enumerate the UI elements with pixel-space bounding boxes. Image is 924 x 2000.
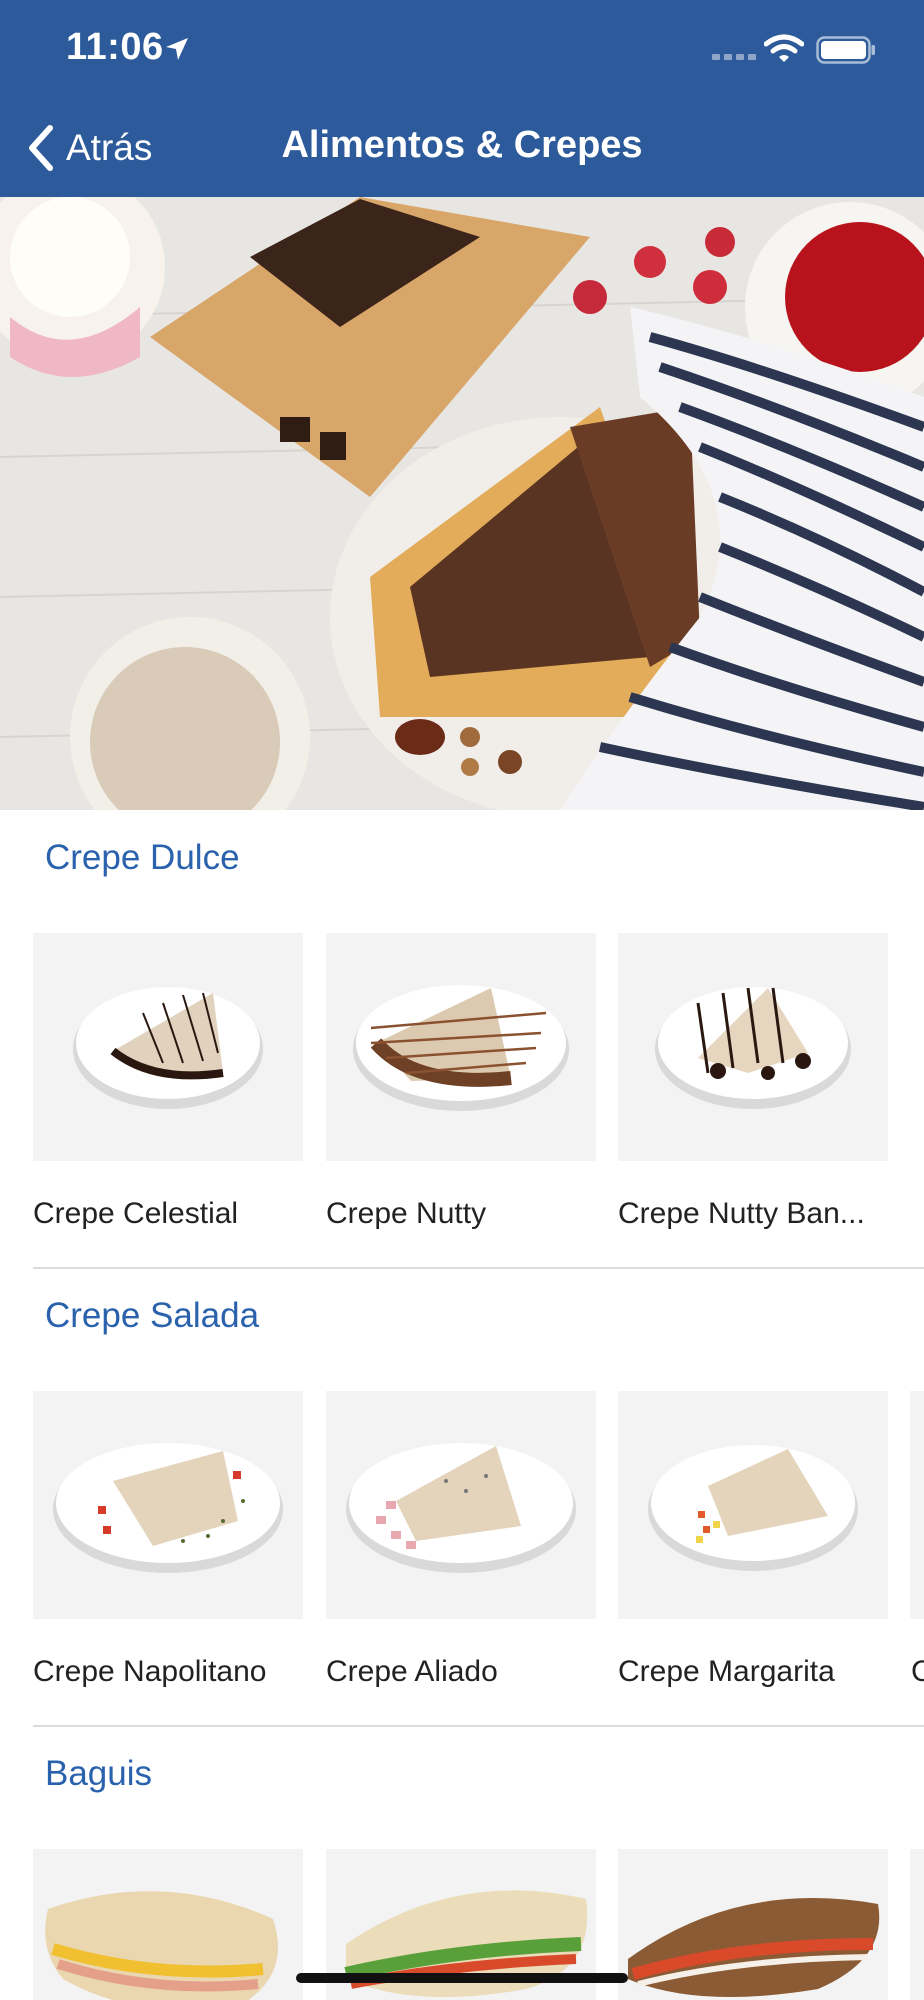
product-image: [326, 1391, 596, 1619]
product-name: Crepe Nutty: [326, 1197, 487, 1230]
section-divider: [33, 1725, 924, 1727]
status-time: 11:06: [66, 26, 164, 68]
signal-icon: [712, 54, 756, 60]
wifi-icon: [764, 34, 804, 62]
product-card[interactable]: Crepe Margarita: [618, 1391, 888, 1689]
home-indicator: [296, 1973, 628, 1983]
header: 11:06 Atrás Alimentos & Crepes: [0, 0, 924, 197]
product-name: Crepe Nutty Ban...: [618, 1197, 865, 1230]
product-card[interactable]: Crepe Nutty Ban...: [618, 933, 888, 1231]
section-divider: [33, 1267, 924, 1269]
product-name: Crepe Aliado: [326, 1655, 498, 1688]
section-title-crepe-salada: Crepe Salada: [45, 1296, 260, 1335]
next-card-label-peek: C: [911, 1655, 924, 1688]
product-image: [618, 1849, 888, 2000]
next-card-peek: [910, 1849, 924, 2000]
section-title-crepe-dulce: Crepe Dulce: [45, 838, 240, 877]
page-title: Alimentos & Crepes: [281, 124, 643, 166]
product-card[interactable]: [33, 1849, 303, 2000]
product-image: [33, 1849, 303, 2000]
product-image: [33, 933, 303, 1161]
product-card[interactable]: Crepe Aliado: [326, 1391, 596, 1689]
section-title-baguis: Baguis: [45, 1754, 153, 1793]
product-name: Crepe Margarita: [618, 1655, 835, 1688]
product-image: [33, 1391, 303, 1619]
product-image: [618, 933, 888, 1161]
next-card-peek: [910, 1391, 924, 1619]
product-card[interactable]: Crepe Celestial: [33, 933, 303, 1231]
product-name: Crepe Celestial: [33, 1197, 239, 1230]
product-card[interactable]: [618, 1849, 888, 2000]
product-image: [618, 1391, 888, 1619]
product-card[interactable]: Crepe Nutty: [326, 933, 596, 1231]
location-arrow-icon: [166, 38, 188, 60]
product-image: [326, 933, 596, 1161]
hero-image: [0, 197, 924, 810]
battery-icon: [816, 36, 875, 64]
product-card[interactable]: Crepe Napolitano: [33, 1391, 303, 1689]
product-name: Crepe Napolitano: [33, 1655, 267, 1688]
